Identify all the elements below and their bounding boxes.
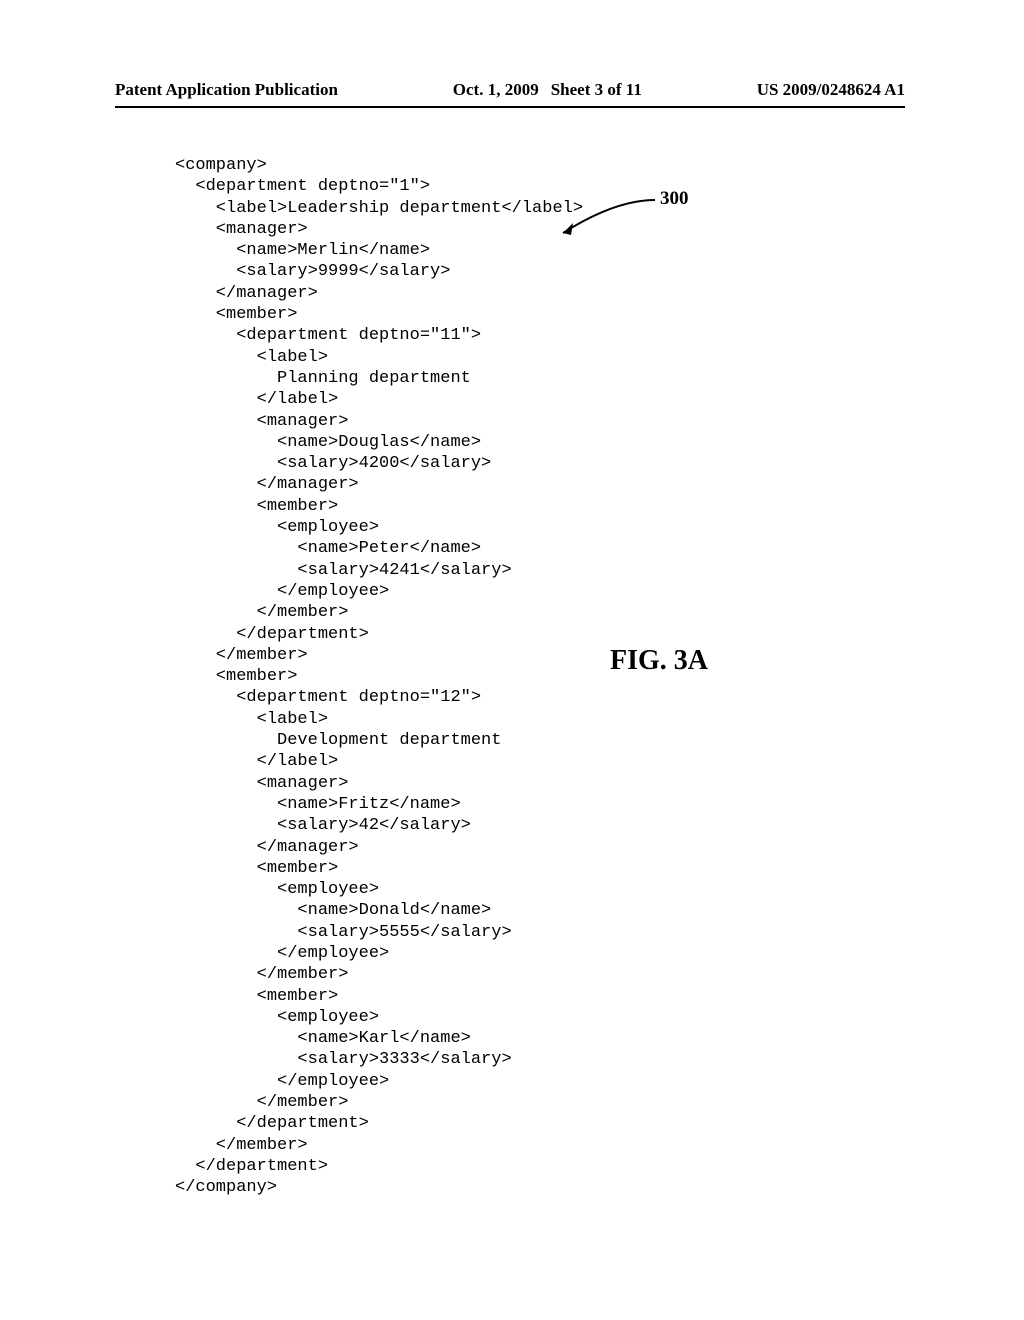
header-sheet: Sheet 3 of 11: [551, 80, 642, 100]
header-left: Patent Application Publication: [115, 80, 338, 100]
header-right: US 2009/0248624 A1: [757, 80, 905, 100]
xml-code-listing: <company> <department deptno="1"> <label…: [175, 155, 583, 1199]
figure-label: FIG. 3A: [610, 645, 708, 677]
leader-line-arrow-icon: [555, 195, 665, 240]
page-header: Patent Application Publication Oct. 1, 2…: [115, 80, 905, 108]
header-date: Oct. 1, 2009: [453, 80, 539, 100]
header-line: Patent Application Publication Oct. 1, 2…: [115, 80, 905, 108]
